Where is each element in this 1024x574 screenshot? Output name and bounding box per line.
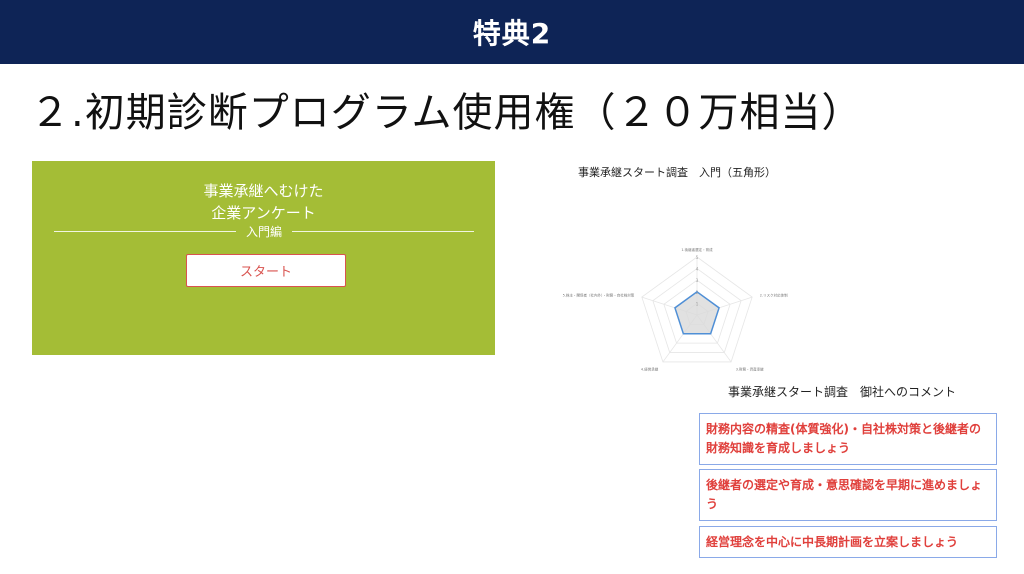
survey-card: 事業承継へむけた 企業アンケート 入門編 スタート xyxy=(32,161,495,355)
survey-title-line2: 企業アンケート xyxy=(211,204,316,222)
survey-subtitle: 入門編 xyxy=(246,224,283,239)
comment-box: 財務内容の精査(体質強化)・自社株対策と後継者の財務知識を育成しましょう xyxy=(699,413,997,465)
divider-line-right xyxy=(292,230,475,232)
radar-axis-label: 4.経営承継 xyxy=(641,366,659,371)
survey-divider: 入門編 xyxy=(54,223,475,239)
radar-tick-label: 1 xyxy=(696,301,699,306)
survey-title: 事業承継へむけた 企業アンケート xyxy=(32,180,495,224)
radar-axis-label: 3.財務・資産承継 xyxy=(736,366,764,371)
radar-tick-label: 5 xyxy=(696,255,699,260)
top-banner: 特典2 xyxy=(0,0,1024,64)
radar-tick-label: 4 xyxy=(696,267,699,272)
chart-heading: 事業承継スタート調査 入門（五角形） xyxy=(578,166,776,179)
radar-series-polygon xyxy=(674,290,720,335)
banner-title: 特典2 xyxy=(472,17,552,50)
comment-box: 後継者の選定や育成・意思確認を早期に進めましょう xyxy=(699,469,997,521)
radar-tick-label: 2 xyxy=(696,290,699,295)
comments-heading: 事業承継スタート調査 御社へのコメント xyxy=(728,385,957,399)
start-button[interactable]: スタート xyxy=(186,254,346,287)
survey-title-line1: 事業承継へむけた xyxy=(203,182,324,200)
divider-line-left xyxy=(54,230,236,232)
radar-axis-label: 5.株主・関係者（社内外）・財務・自社株対策 xyxy=(563,293,635,298)
radar-axis-label: 2.リスク対応体制 xyxy=(760,293,788,298)
slide-heading: ２.初期診断プログラム使用権（２０万相当） xyxy=(30,90,863,136)
radar-chart: 5 4 3 2 1 1.後継者選定・育成 2.リスク対応体制 3.財務・資産承継 4.経営承継… xyxy=(563,247,788,371)
comment-box: 経営理念を中心に中長期計画を立案しましょう xyxy=(699,526,997,558)
radar-axis-label: 1.後継者選定・育成 xyxy=(681,247,713,252)
radar-tick-label: 3 xyxy=(696,278,699,283)
